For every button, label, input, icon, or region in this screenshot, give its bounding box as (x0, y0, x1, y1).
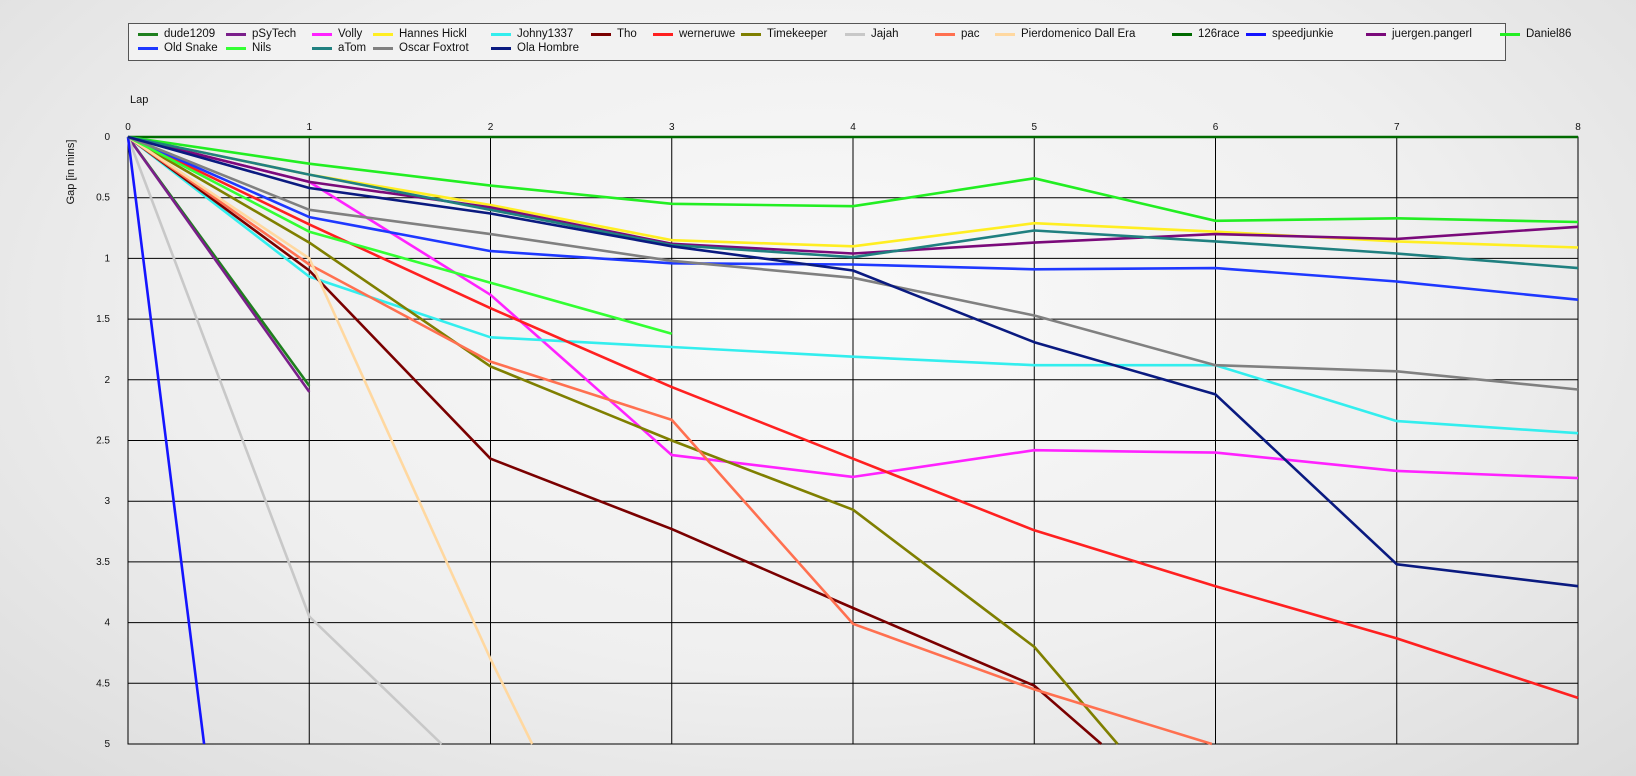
gap-chart: Lap Gap [in mins] 0 1 2 3 4 5 6 7 8 0 0.5 1 1.5 2 2.5 3… (65, 94, 1581, 750)
legend-swatch (845, 32, 865, 36)
y-tick-label: 2 (104, 375, 110, 386)
legend-swatch (995, 32, 1015, 36)
legend-swatch (591, 32, 611, 36)
legend-item: werneruwe (653, 27, 735, 41)
legend-item: Volly (312, 27, 362, 41)
legend-label: aTom (338, 42, 367, 54)
legend-label: Johny1337 (517, 28, 574, 40)
legend-item: Daniel86 (1500, 27, 1571, 41)
legend-swatch (1246, 32, 1266, 36)
legend-item: 126race (1172, 27, 1240, 41)
legend-item: Timekeeper (741, 27, 827, 41)
legend-item: pSyTech (226, 27, 296, 41)
x-axis-title: Lap (130, 94, 148, 106)
legend-label: speedjunkie (1272, 28, 1334, 40)
legend-swatch (1172, 32, 1192, 36)
legend-item: Pierdomenico Dall Era (995, 27, 1135, 41)
x-tick-label: 3 (669, 122, 675, 133)
y-tick-label: 2.5 (96, 436, 110, 447)
legend-swatch (138, 46, 158, 50)
y-tick-label: 0 (104, 132, 110, 143)
legend-item: Jajah (845, 27, 899, 41)
y-tick-label: 0.5 (96, 193, 110, 204)
legend-item: juergen.pangerl (1366, 27, 1472, 41)
legend-swatch (373, 32, 393, 36)
legend-item: Johny1337 (491, 27, 573, 41)
axes: Lap Gap [in mins] 0 1 2 3 4 5 6 7 8 0 0.5 1 1.5 2 2.5 3… (65, 94, 1581, 750)
y-tick-label: 5 (104, 739, 110, 750)
y-tick-label: 1 (104, 253, 110, 264)
legend-swatch (312, 32, 332, 36)
legend-item: pac (935, 27, 980, 41)
legend-item: aTom (312, 41, 366, 55)
y-tick-label: 3.5 (96, 557, 110, 568)
legend-swatch (138, 32, 158, 36)
legend-swatch (491, 32, 511, 36)
legend-item: speedjunkie (1246, 27, 1333, 41)
legend-swatch (226, 46, 246, 50)
legend-label: Jajah (871, 28, 899, 40)
x-tick-label: 6 (1213, 122, 1219, 133)
legend-label: Nils (252, 42, 272, 54)
legend-item: Nils (226, 41, 271, 55)
legend-swatch (312, 46, 332, 50)
y-axis-title: Gap [in mins] (65, 140, 77, 205)
x-tick-label: 1 (306, 122, 312, 133)
legend-swatch (491, 46, 511, 50)
legend-swatch (1366, 32, 1386, 36)
legend-swatch (1500, 32, 1520, 36)
legend-item: dude1209 (138, 27, 215, 41)
legend: dude1209 pSyTech Volly Hannes Hickl Johny133… (128, 23, 1571, 61)
legend-label: pSyTech (252, 28, 297, 40)
legend-label: Timekeeper (767, 28, 828, 40)
legend-label: Pierdomenico Dall Era (1021, 28, 1136, 40)
x-tick-label: 0 (125, 122, 131, 133)
x-tick-label: 8 (1575, 122, 1581, 133)
legend-item: Old Snake (138, 41, 218, 55)
legend-swatch (741, 32, 761, 36)
legend-swatch (373, 46, 393, 50)
legend-label: Old Snake (164, 42, 218, 54)
x-tick-label: 7 (1394, 122, 1400, 133)
x-tick-label: 2 (488, 122, 494, 133)
legend-swatch (935, 32, 955, 36)
legend-label: Hannes Hickl (399, 28, 467, 40)
legend-label: Tho (617, 28, 637, 40)
legend-swatch (653, 32, 673, 36)
x-tick-label: 4 (850, 122, 856, 133)
legend-item: Tho (591, 27, 637, 41)
legend-item: Ola Hombre (491, 41, 579, 55)
legend-label: werneruwe (679, 28, 736, 40)
legend-label: Daniel86 (1526, 28, 1572, 40)
legend-item: Hannes Hickl (373, 27, 467, 41)
legend-label: juergen.pangerl (1392, 28, 1472, 40)
legend-label: 126race (1198, 28, 1240, 40)
legend-label: Oscar Foxtrot (399, 42, 469, 54)
legend-label: Volly (338, 28, 363, 40)
y-tick-label: 3 (104, 496, 110, 507)
legend-label: Ola Hombre (517, 42, 579, 54)
legend-label: pac (961, 28, 980, 40)
legend-item: Oscar Foxtrot (373, 41, 469, 55)
y-tick-label: 4.5 (96, 678, 110, 689)
legend-label: dude1209 (164, 28, 216, 40)
x-tick-label: 5 (1031, 122, 1037, 133)
legend-swatch (226, 32, 246, 36)
y-tick-label: 4 (104, 618, 110, 629)
y-tick-label: 1.5 (96, 314, 110, 325)
